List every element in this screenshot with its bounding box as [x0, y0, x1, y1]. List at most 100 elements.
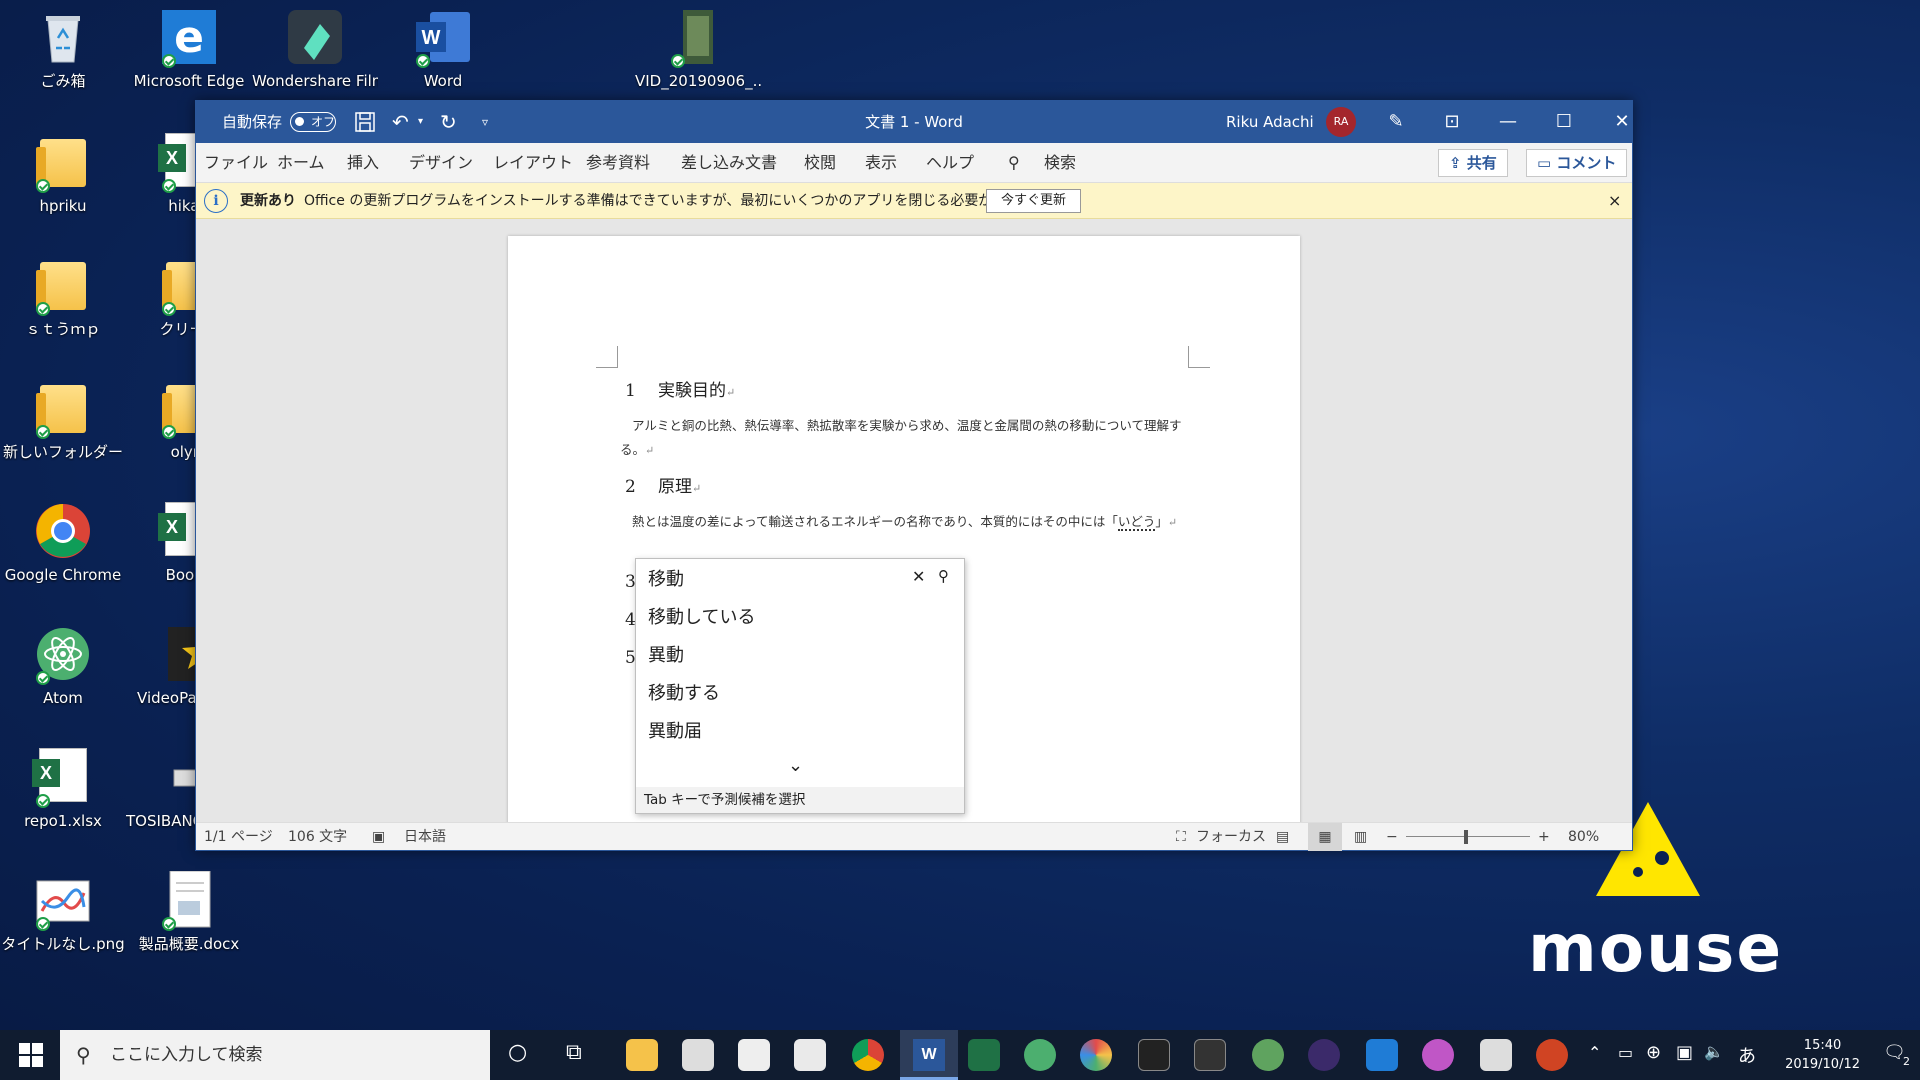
tab-home[interactable]: ホーム — [277, 143, 325, 183]
tray-chevron-up-icon[interactable]: ⌃ — [1588, 1043, 1601, 1062]
search-icon[interactable]: ⚲ — [938, 567, 949, 585]
desktop-icon-label: VID_20190906_... — [635, 72, 761, 90]
console-icon[interactable] — [1194, 1039, 1226, 1071]
web-layout-icon[interactable]: ▥ — [1354, 823, 1367, 851]
desktop-icon-chrome[interactable]: Google Chrome — [0, 502, 126, 584]
tab-design[interactable]: デザイン — [409, 143, 473, 183]
suggestion-item[interactable]: 移動している — [648, 603, 755, 629]
zoom-slider-thumb[interactable] — [1464, 830, 1468, 844]
read-mode-icon[interactable]: ▤ — [1276, 823, 1289, 851]
tab-view[interactable]: 表示 — [865, 143, 897, 183]
share-button[interactable]: ⇪ 共有 — [1438, 149, 1508, 177]
desktop-icon-product-docx[interactable]: 製品概要.docx — [126, 870, 252, 953]
desktop-icon-label: ごみ箱 — [40, 72, 86, 90]
desktop-icon-atom[interactable]: Atom — [0, 625, 126, 707]
tab-insert[interactable]: 挿入 — [347, 143, 379, 183]
desktop-icon-filmora[interactable]: Wondershare Filmora — [252, 8, 378, 90]
taskbar: ここに入力して検索 ⚲ ○ ⧉ W ⌃ ▭ ⊕ ▣ 🔈 あ 15:40 2019… — [0, 1030, 1920, 1080]
ribbon-display-icon[interactable]: ⊡ — [1432, 101, 1472, 143]
photos-icon[interactable] — [1480, 1039, 1512, 1071]
user-avatar[interactable]: RA — [1326, 107, 1356, 137]
windows-start-icon[interactable] — [18, 1042, 44, 1072]
battery-icon[interactable]: ▭ — [1618, 1043, 1633, 1062]
focus-icon[interactable]: ⛶ — [1176, 823, 1186, 851]
file-explorer-icon[interactable] — [626, 1039, 658, 1071]
word-taskbar-icon[interactable]: W — [900, 1030, 958, 1080]
close-icon[interactable]: ✕ — [912, 567, 925, 586]
suggestion-item[interactable]: 異動 — [648, 641, 684, 667]
sync-status-icon — [36, 302, 50, 316]
desktop-icon-edge[interactable]: e Microsoft Edge — [126, 8, 252, 90]
cortana-icon[interactable]: ○ — [508, 1040, 527, 1065]
comment-button[interactable]: ▭ コメント — [1526, 149, 1628, 177]
zoom-slider[interactable] — [1406, 836, 1530, 837]
tab-layout[interactable]: レイアウト — [493, 143, 573, 183]
eclipse-icon[interactable] — [1308, 1039, 1340, 1071]
ime-composition[interactable]: いどう — [1117, 514, 1156, 531]
word-count[interactable]: 106 文字 — [288, 823, 347, 851]
sync-status-icon — [36, 794, 50, 808]
desktop-icon-label: 新しいフォルダー — [2, 443, 123, 461]
tab-help[interactable]: ヘルプ — [926, 143, 974, 183]
ime-indicator[interactable]: あ — [1738, 1042, 1756, 1068]
infobar-close-icon[interactable]: × — [1608, 183, 1621, 219]
desktop-icon-new-folder[interactable]: 新しいフォルダー — [0, 379, 126, 461]
suggestion-item[interactable]: 異動届 — [648, 717, 702, 743]
proofing-icon[interactable]: ▣ — [372, 823, 385, 851]
mail-icon[interactable] — [738, 1039, 770, 1071]
zoom-in-button[interactable]: + — [1538, 823, 1550, 851]
close-icon[interactable]: ✕ — [1602, 101, 1642, 143]
chrome-taskbar-icon[interactable] — [852, 1039, 884, 1071]
status-bar: 1/1 ページ 106 文字 ▣ 日本語 ⛶ フォーカス ▤ ▦ ▥ − + 8… — [196, 822, 1632, 851]
ime-suggestion-popup[interactable]: ✕ ⚲ 移動 移動している 異動 移動する 異動届 ⌄ Tab キーで予測候補を… — [635, 558, 965, 814]
display-icon[interactable]: ▣ — [1676, 1042, 1693, 1063]
maximize-icon[interactable]: ☐ — [1544, 101, 1584, 143]
pen-icon[interactable]: ✎ — [1376, 101, 1416, 143]
store-icon[interactable] — [682, 1039, 714, 1071]
zoom-out-button[interactable]: − — [1386, 823, 1398, 851]
desktop-icon-label: repo1.xlsx — [24, 812, 102, 830]
dropbox-icon[interactable] — [794, 1039, 826, 1071]
taskbar-clock[interactable]: 15:40 2019/10/12 — [1785, 1036, 1860, 1074]
desktop-icon-untitled-png[interactable]: タイトルなし.png — [0, 871, 126, 953]
task-view-icon[interactable]: ⧉ — [566, 1040, 582, 1065]
title-bar[interactable]: 自動保存 オフ ↶ ▾ ↻ ▿ 文書 1 - Word Riku Adachi … — [196, 101, 1632, 143]
terminal-icon[interactable] — [1138, 1039, 1170, 1071]
ribbon-search[interactable]: 検索 — [1044, 143, 1076, 183]
tab-review[interactable]: 校閲 — [804, 143, 836, 183]
desktop-icon-repo1[interactable]: repo1.xlsx — [0, 748, 126, 830]
desktop-icon-word[interactable]: W Word — [380, 8, 506, 90]
page-count[interactable]: 1/1 ページ — [204, 823, 273, 851]
desktop-icon-video[interactable]: VID_20190906_... — [635, 8, 761, 90]
heading-number: 2 — [625, 477, 636, 497]
maps-icon[interactable] — [1422, 1039, 1454, 1071]
atom-taskbar-icon[interactable] — [1024, 1039, 1056, 1071]
suggestion-item[interactable]: 移動 — [648, 565, 684, 591]
sync-status-icon — [36, 671, 50, 685]
print-layout-icon[interactable]: ▦ — [1308, 823, 1342, 851]
network-icon[interactable]: ⊕ — [1646, 1042, 1661, 1063]
update-now-button[interactable]: 今すぐ更新 — [986, 189, 1082, 213]
suggestion-item[interactable]: 移動する — [648, 679, 720, 705]
chevron-down-icon[interactable]: ⌄ — [788, 755, 803, 776]
search-icon[interactable]: ⚲ — [1008, 143, 1020, 183]
volume-icon[interactable]: 🔈 — [1704, 1042, 1724, 1061]
user-name[interactable]: Riku Adachi — [1226, 101, 1314, 143]
tab-mailings[interactable]: 差し込み文書 — [681, 143, 777, 183]
tab-file[interactable]: ファイル — [204, 143, 268, 183]
edge-taskbar-icon[interactable] — [1366, 1039, 1398, 1071]
desktop-icon-hpriku[interactable]: hpriku — [0, 133, 126, 215]
excel-taskbar-icon[interactable] — [968, 1039, 1000, 1071]
powerpoint-icon[interactable] — [1536, 1039, 1568, 1071]
paragraph-mark-icon: ↵ — [692, 482, 702, 495]
android-studio-icon[interactable] — [1252, 1039, 1284, 1071]
taskbar-search-input[interactable]: ここに入力して検索 — [60, 1030, 490, 1080]
language-indicator[interactable]: 日本語 — [404, 823, 446, 851]
tab-references[interactable]: 参考資料 — [586, 143, 650, 183]
minimize-icon[interactable]: — — [1488, 101, 1528, 143]
desktop-icon-recycle-bin[interactable]: ごみ箱 — [0, 8, 126, 90]
desktop-icon-stump[interactable]: ｓｔうｍｐ — [0, 256, 126, 338]
paint-icon[interactable] — [1080, 1039, 1112, 1071]
focus-mode[interactable]: フォーカス — [1196, 823, 1266, 851]
zoom-level[interactable]: 80% — [1568, 823, 1599, 851]
